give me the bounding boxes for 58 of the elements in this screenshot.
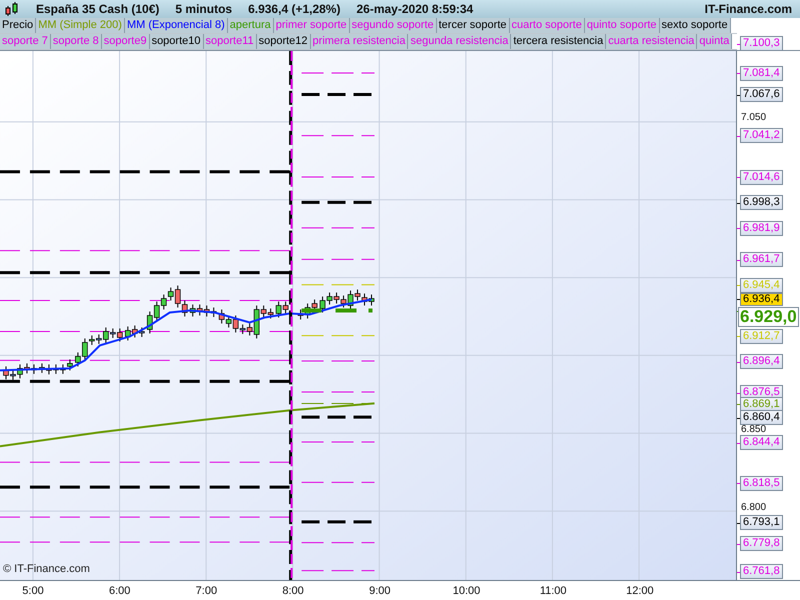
price-tag: 6.860,4 bbox=[740, 410, 783, 426]
time-tick: 12:00 bbox=[626, 584, 654, 599]
price-tick: 6.800 bbox=[741, 503, 766, 513]
legend-item[interactable]: segundo soporte bbox=[350, 18, 437, 33]
legend-item[interactable]: soporte10 bbox=[150, 34, 204, 49]
legend-item[interactable]: apertura bbox=[228, 18, 274, 33]
price-tick: 7.050 bbox=[741, 113, 766, 123]
price-tick: 6.850 bbox=[741, 425, 766, 435]
time-tick: 11:00 bbox=[540, 584, 567, 599]
price-tag: 6.912,7 bbox=[740, 328, 783, 344]
price-tag: 7.041,2 bbox=[740, 128, 783, 144]
legend-item[interactable]: tercer soporte bbox=[436, 18, 510, 33]
legend-item[interactable]: primera resistencia bbox=[310, 34, 408, 49]
time-tick: 10:00 bbox=[452, 584, 480, 599]
time-tick: 9:00 bbox=[369, 584, 390, 599]
legend-item[interactable]: primer soporte bbox=[274, 18, 350, 33]
instrument-name: España 35 Cash (10€) bbox=[36, 1, 160, 18]
price-tag: 7.067,6 bbox=[740, 87, 783, 102]
price-tag: 6.998,3 bbox=[740, 195, 783, 210]
legend-item[interactable]: soporte 8 bbox=[50, 34, 102, 49]
legend-item[interactable]: soporte9 bbox=[102, 34, 150, 49]
price-tag: 6.761,8 bbox=[740, 564, 783, 580]
legend-item[interactable]: quinto soporte bbox=[584, 18, 660, 33]
brand-label: IT-Finance.com bbox=[704, 1, 793, 18]
price-tag: 6.936,4 bbox=[740, 292, 783, 306]
price-tag: 6.929,0 bbox=[738, 306, 799, 327]
legend-item[interactable]: cuarta resistencia bbox=[606, 34, 698, 49]
datetime-label: 26-may-2020 8:59:34 bbox=[356, 1, 474, 18]
price-tag: 6.945,4 bbox=[740, 278, 783, 293]
price-tag: 6.844,4 bbox=[740, 435, 783, 450]
legend-item[interactable]: quinta bbox=[697, 34, 732, 49]
time-tick: 6:00 bbox=[108, 584, 130, 599]
price-tag: 6.896,4 bbox=[740, 354, 783, 370]
legend-item[interactable]: soporte11 bbox=[204, 34, 257, 49]
interval-label: 5 minutos bbox=[175, 1, 232, 18]
legend-item[interactable]: MM (Simple 200) bbox=[36, 18, 125, 33]
price-tag: 6.961,7 bbox=[740, 252, 783, 268]
price-tag: 7.014,6 bbox=[740, 170, 783, 185]
legend-item[interactable]: soporte12 bbox=[256, 34, 311, 49]
time-tick: 7:00 bbox=[196, 584, 218, 599]
time-tick: 5:00 bbox=[22, 584, 44, 599]
price-tag: 7.100,3 bbox=[740, 36, 783, 52]
legend-item[interactable]: tercera resistencia bbox=[511, 34, 606, 49]
legend-item[interactable]: sexto soporte bbox=[660, 18, 731, 33]
price-tag: 6.818,5 bbox=[740, 476, 783, 491]
legend-item[interactable]: MM (Exponencial 8) bbox=[124, 18, 228, 33]
legend-item[interactable]: cuarto soporte bbox=[510, 18, 585, 33]
legend-item[interactable]: soporte 7 bbox=[0, 34, 51, 49]
legend-item[interactable]: Precio bbox=[0, 18, 36, 33]
candlestick-icon bbox=[4, 1, 20, 17]
quote-label: 6.936,4 (+1,28%) bbox=[248, 1, 340, 18]
price-tag: 7.081,4 bbox=[740, 66, 783, 81]
price-tag: 6.981,9 bbox=[740, 220, 783, 236]
price-tag: 6.793,1 bbox=[740, 515, 783, 530]
time-tick: 8:00 bbox=[282, 584, 304, 599]
legend-item[interactable]: segunda resistencia bbox=[408, 34, 512, 49]
price-tag: 6.779,8 bbox=[740, 536, 783, 551]
copyright-label: © IT-Finance.com bbox=[3, 562, 90, 576]
